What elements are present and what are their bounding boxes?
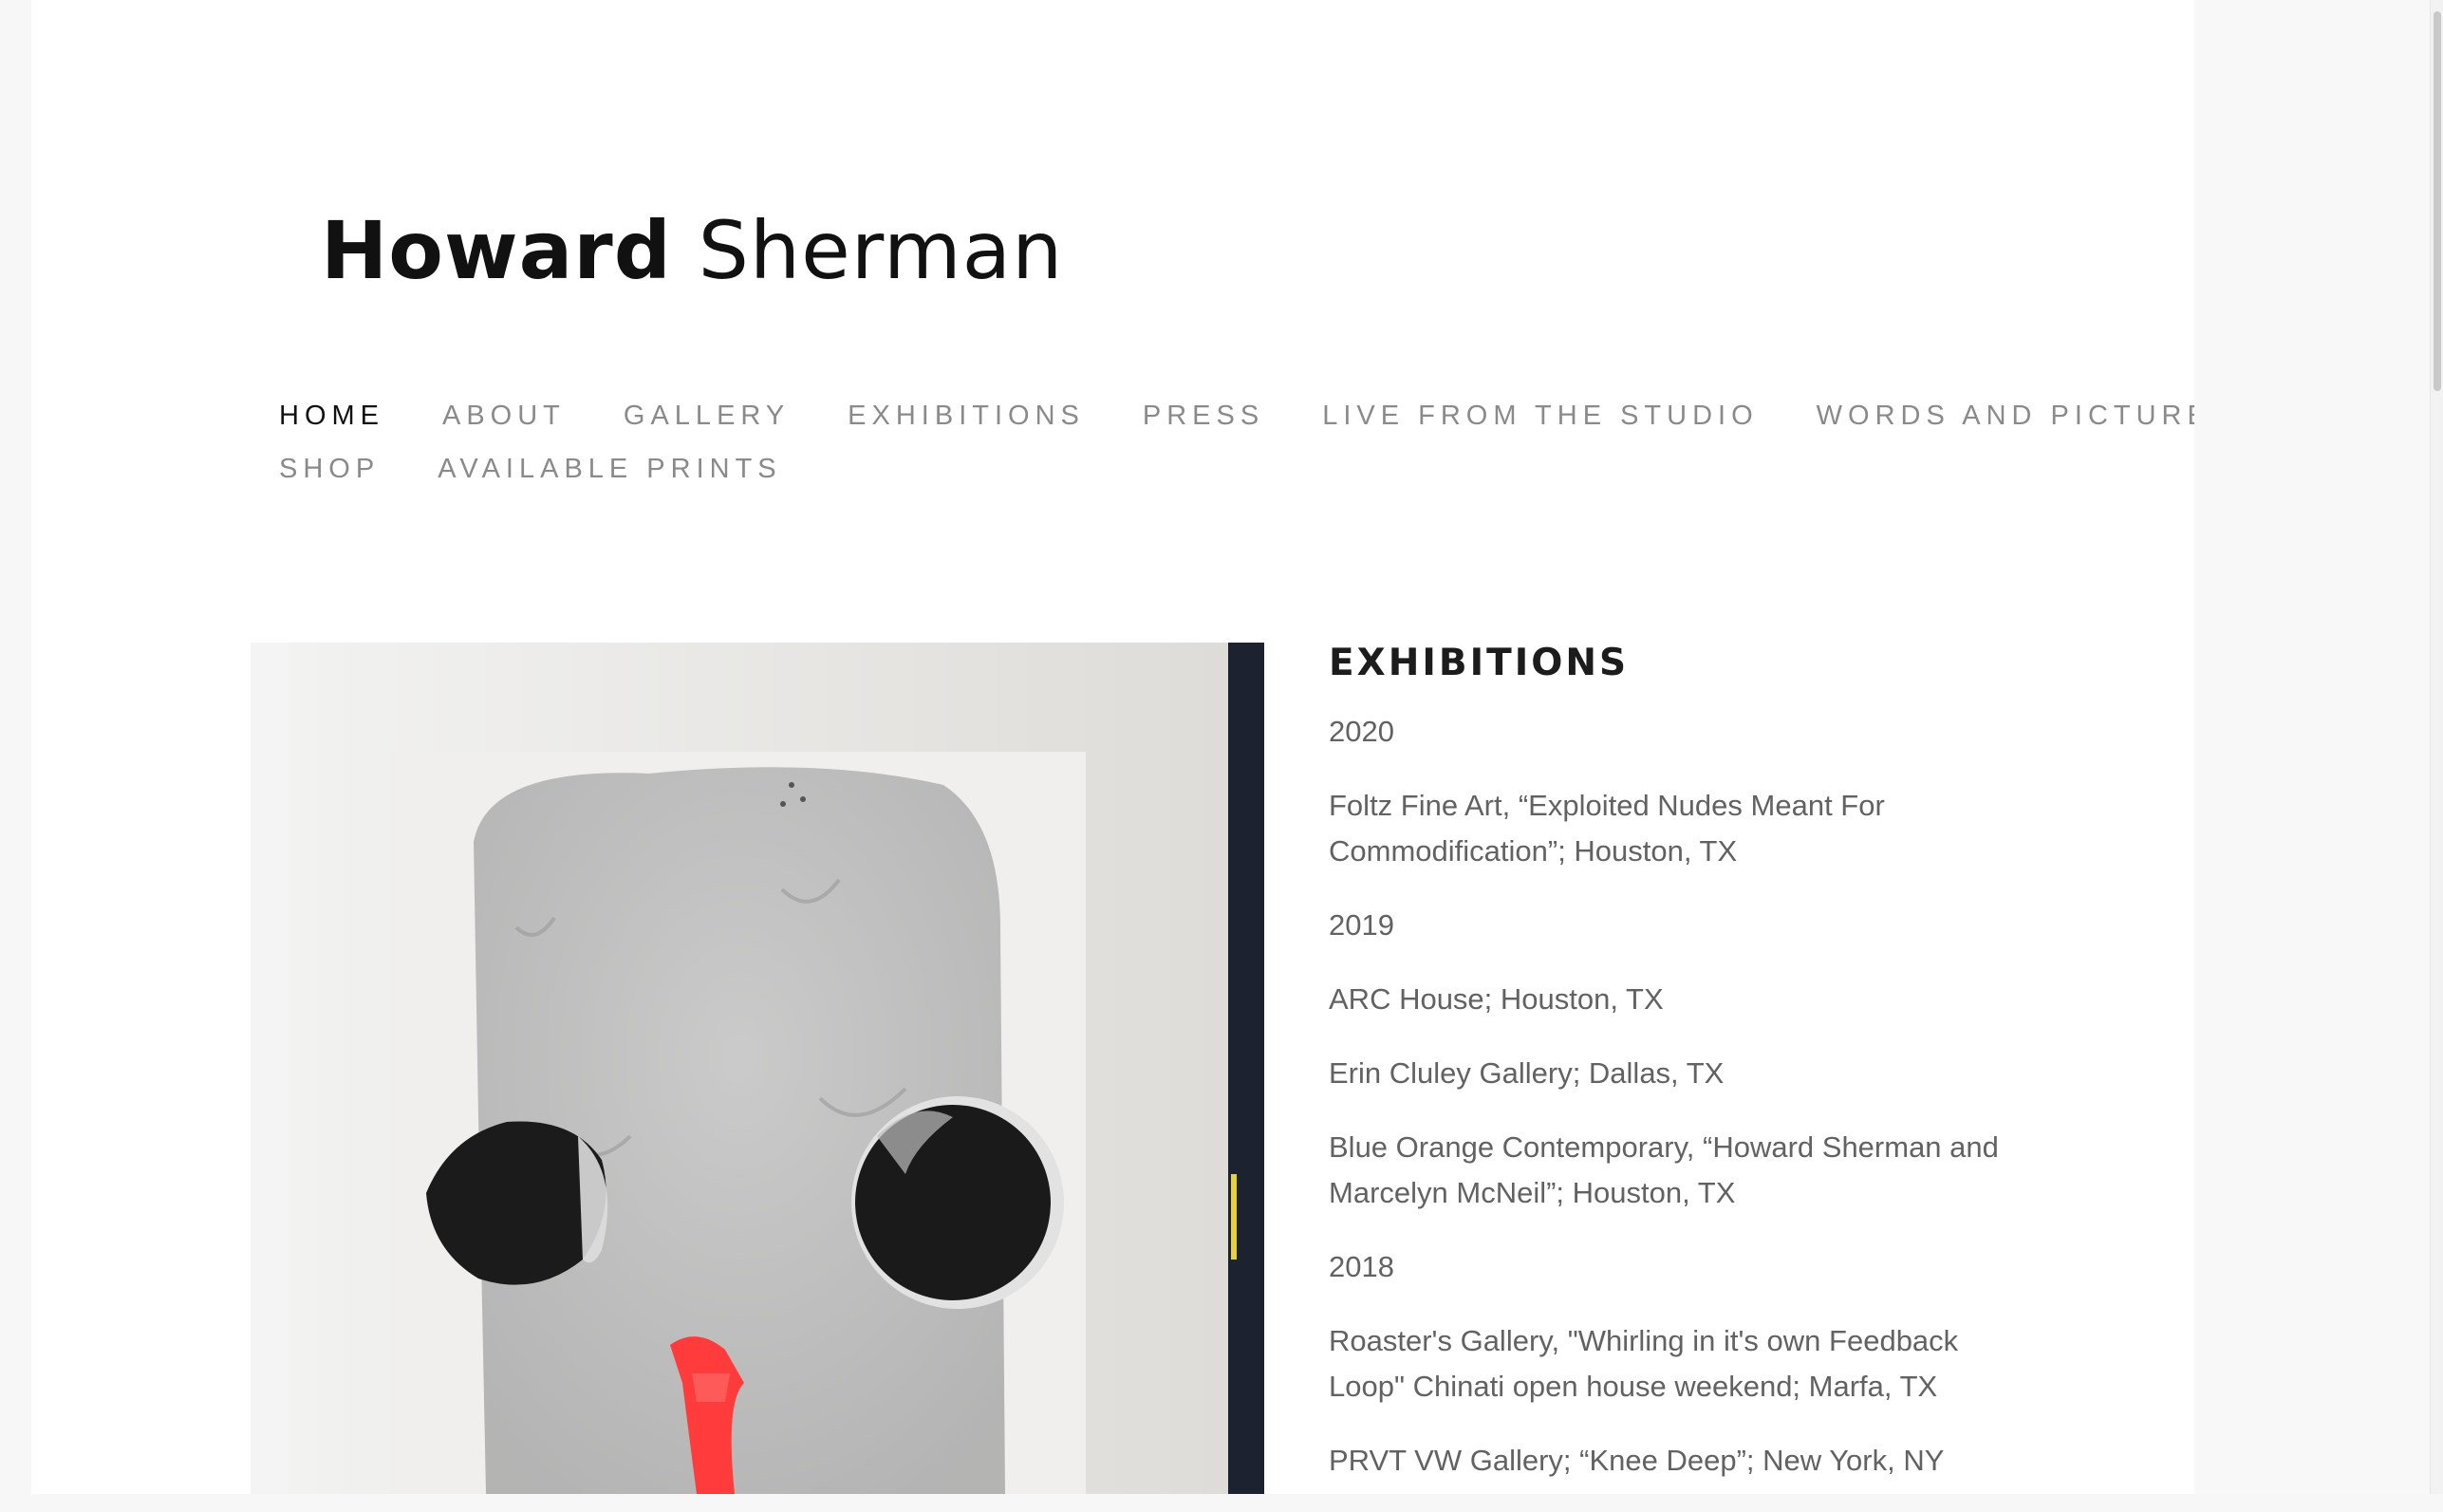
- scrollbar-thumb[interactable]: [2434, 11, 2441, 391]
- nav-words-and-pictures[interactable]: WORDS AND PICTURES: [1817, 401, 2236, 432]
- nav-home[interactable]: HOME: [279, 401, 384, 432]
- exhibition-entry: Foltz Fine Art, “Exploited Nudes Meant F…: [1329, 789, 1885, 868]
- nav-exhibitions[interactable]: EXHIBITIONS: [848, 401, 1085, 432]
- vertical-scrollbar[interactable]: [2430, 0, 2443, 1494]
- exhibition-entry: PRVT VW Gallery; “Knee Deep”; New York, …: [1329, 1444, 1945, 1477]
- exhibition-year: 2018: [1329, 1250, 1394, 1283]
- featured-artwork-image[interactable]: [251, 643, 1264, 1494]
- nav-press[interactable]: PRESS: [1143, 401, 1264, 432]
- exhibition-entry: Erin Cluley Gallery; Dallas, TX: [1329, 1056, 1725, 1090]
- main-navigation: HOME ABOUT GALLERY EXHIBITIONS PRESS LIV…: [279, 389, 2229, 495]
- page-content: Howard Sherman HOME ABOUT GALLERY EXHIBI…: [31, 0, 2229, 1494]
- nav-row-2: SHOP AVAILABLE PRINTS: [279, 442, 2082, 495]
- nav-row-1: HOME ABOUT GALLERY EXHIBITIONS PRESS LIV…: [279, 389, 2229, 442]
- nav-live-from-the-studio[interactable]: LIVE FROM THE STUDIO: [1322, 401, 1758, 432]
- painting-image: [251, 643, 1264, 1494]
- exhibition-entry: ARC House; Houston, TX: [1329, 982, 1664, 1016]
- exhibitions-heading: EXHIBITIONS: [1329, 642, 1630, 684]
- site-logo[interactable]: Howard Sherman: [321, 204, 1063, 297]
- nav-shop[interactable]: SHOP: [279, 454, 380, 485]
- nav-about[interactable]: ABOUT: [442, 401, 566, 432]
- logo-last-name: Sherman: [698, 204, 1064, 297]
- exhibitions-section: EXHIBITIONS 2020 Foltz Fine Art, “Exploi…: [1329, 642, 2012, 1512]
- nav-gallery[interactable]: GALLERY: [624, 401, 790, 432]
- exhibition-entry: Roaster's Gallery, "Whirling in it's own…: [1329, 1324, 1959, 1403]
- page-margin-right: [2194, 0, 2443, 1494]
- logo-first-name: Howard: [321, 204, 672, 297]
- nav-available-prints[interactable]: AVAILABLE PRINTS: [438, 454, 781, 485]
- exhibition-year: 2020: [1329, 715, 1394, 748]
- exhibition-entry: Blue Orange Contemporary, “Howard Sherma…: [1329, 1130, 1999, 1209]
- exhibition-year: 2019: [1329, 908, 1394, 942]
